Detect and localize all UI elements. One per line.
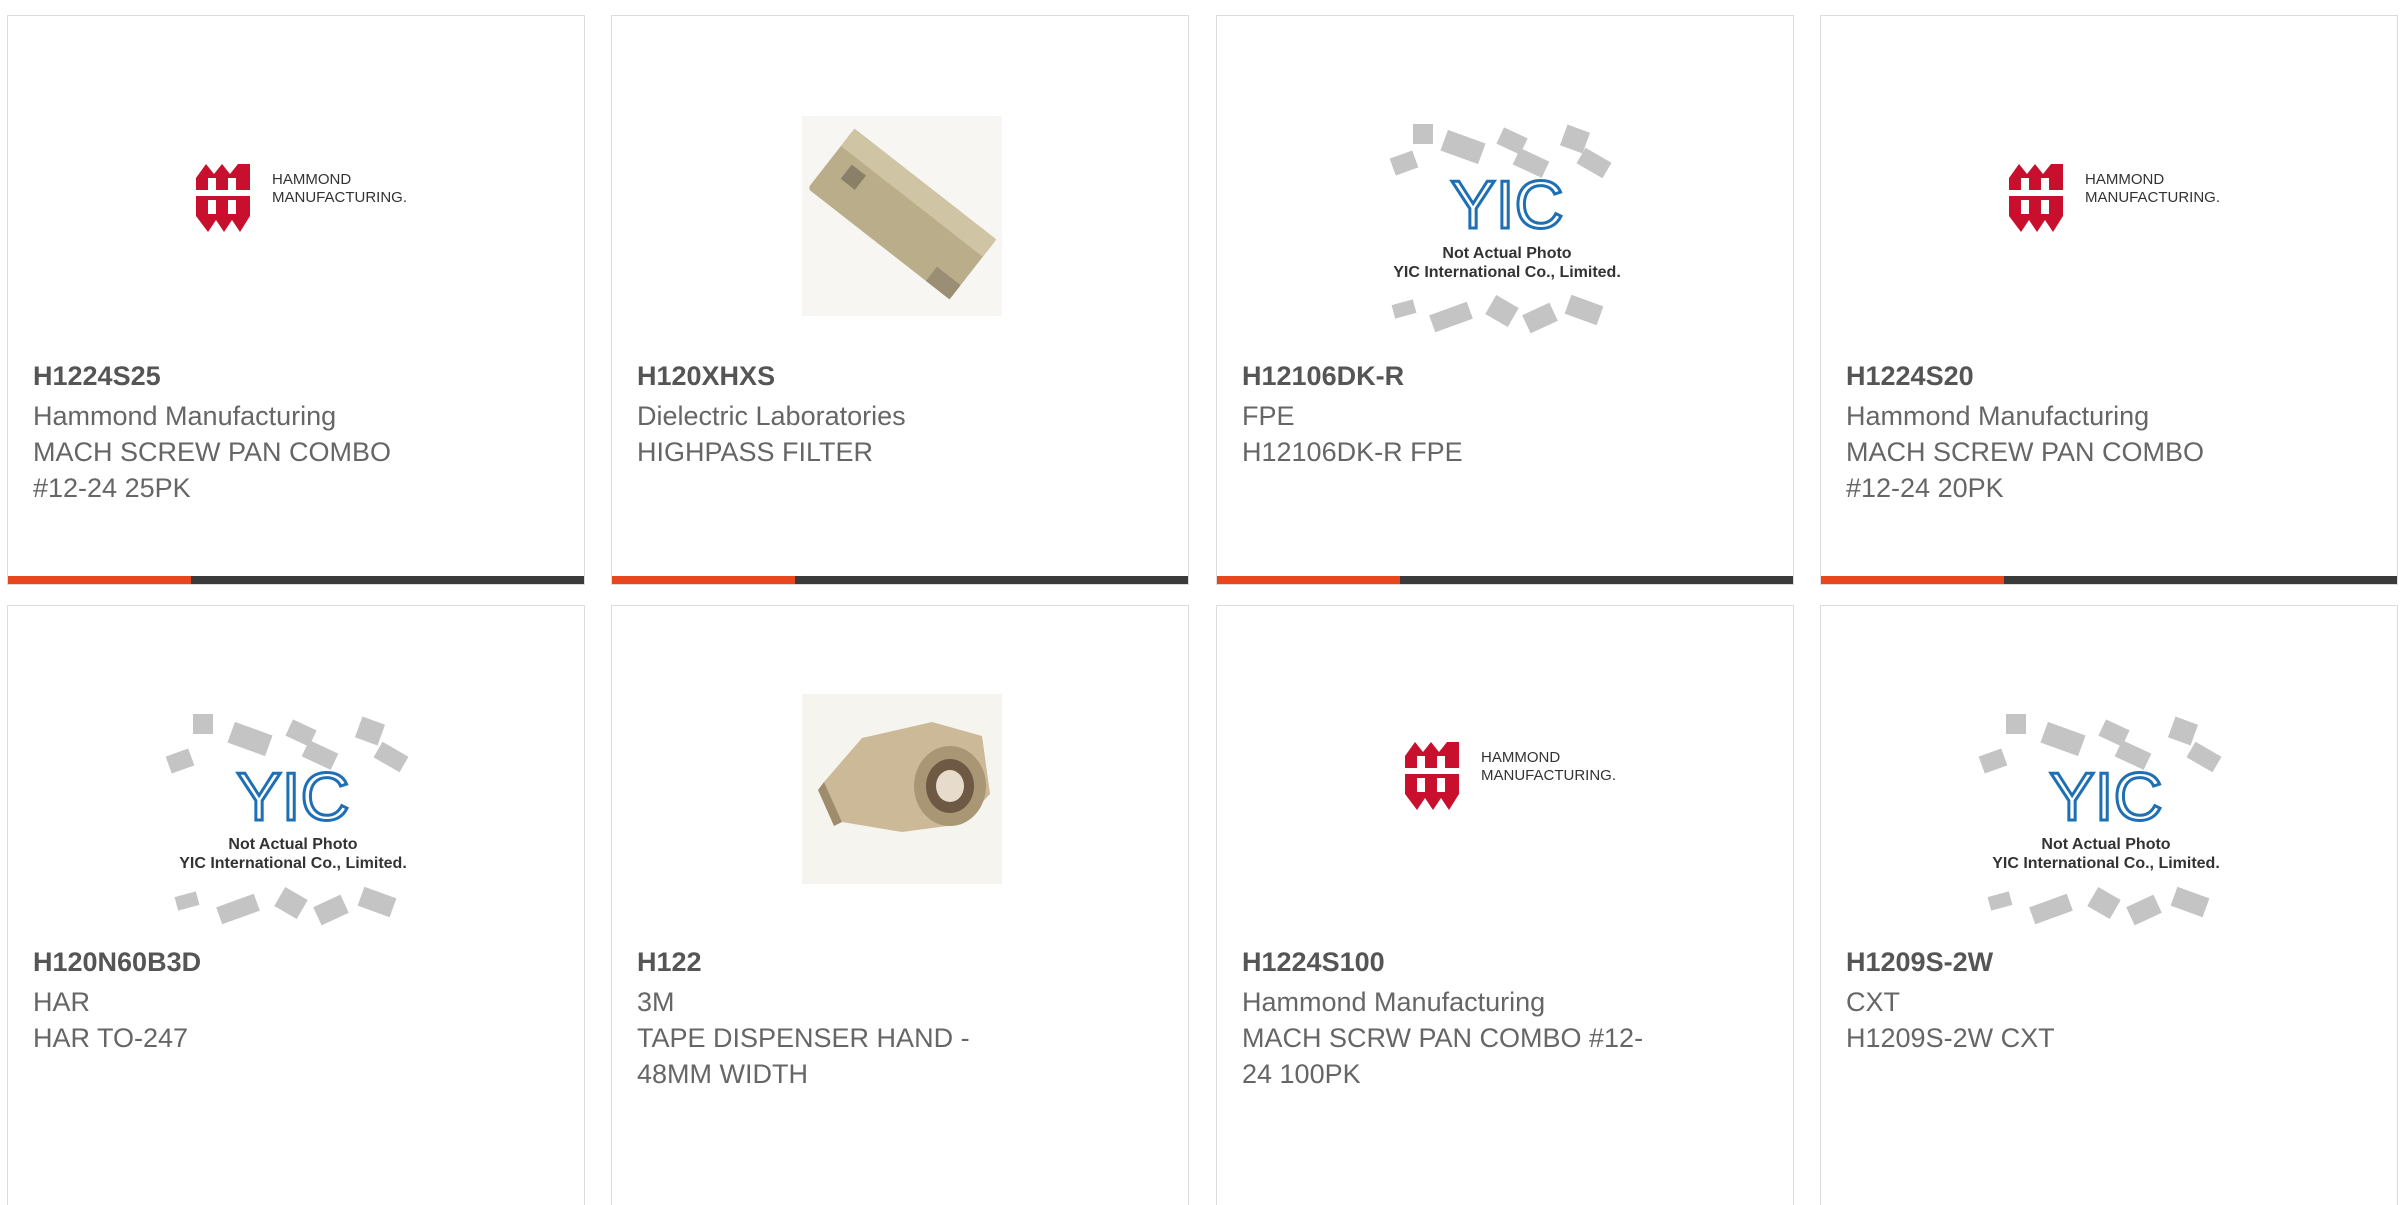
svg-text:HAMMOND: HAMMOND: [2085, 171, 2164, 188]
description: #12-24 20PK: [1846, 473, 2004, 503]
manufacturer: 3M: [637, 987, 675, 1017]
product-card[interactable]: YIC Not Actual Photo YIC International C…: [1216, 15, 1794, 585]
yic-placeholder-icon: YIC Not Actual Photo YIC International C…: [165, 714, 409, 926]
description: HAR TO-247: [33, 1023, 189, 1053]
svg-text:MANUFACTURING.: MANUFACTURING.: [1481, 767, 1616, 784]
card-footer-bar: [612, 576, 1188, 584]
manufacturer: FPE: [1242, 401, 1295, 431]
part-number[interactable]: H120N60B3D: [33, 944, 453, 980]
svg-text:Not Actual Photo: Not Actual Photo: [2041, 836, 2170, 853]
part-number[interactable]: H1209S-2W: [1846, 944, 2266, 980]
hammond-logo-icon: HAMMOND MANUFACTURING.: [1405, 742, 1616, 810]
tape-dispenser-photo-icon: [802, 694, 1002, 884]
manufacturer: CXT: [1846, 987, 1900, 1017]
part-number[interactable]: H1224S20: [1846, 358, 2266, 394]
manufacturer: Hammond Manufacturing: [33, 401, 337, 431]
svg-text:YIC International Co., Limited: YIC International Co., Limited.: [1393, 264, 1621, 281]
product-image[interactable]: YIC Not Actual Photo YIC International C…: [1821, 694, 2397, 954]
yic-placeholder-icon: YIC Not Actual Photo YIC International C…: [1978, 714, 2222, 926]
description: 24 100PK: [1242, 1059, 1361, 1089]
part-number[interactable]: H1224S25: [33, 358, 453, 394]
description: TAPE DISPENSER HAND -: [637, 1023, 970, 1053]
description: #12-24 25PK: [33, 473, 191, 503]
hammond-logo-icon: HAMMOND MANUFACTURING.: [196, 164, 407, 232]
part-number[interactable]: H1224S100: [1242, 944, 1662, 980]
product-card[interactable]: HAMMOND MANUFACTURING. H1224S100 Hammond…: [1216, 605, 1794, 1205]
product-card[interactable]: H120XHXS Dielectric Laboratories HIGHPAS…: [611, 15, 1189, 585]
card-footer-bar: [8, 576, 584, 584]
part-number[interactable]: H12106DK-R: [1242, 358, 1662, 394]
product-image[interactable]: YIC Not Actual Photo YIC International C…: [1217, 96, 1793, 356]
product-grid: HAMMOND MANUFACTURING. H1224S25 Hammond …: [0, 0, 2400, 1205]
part-number[interactable]: H120XHXS: [637, 358, 1057, 394]
product-card[interactable]: HAMMOND MANUFACTURING. H1224S20 Hammond …: [1820, 15, 2398, 585]
product-card[interactable]: H122 3M TAPE DISPENSER HAND - 48MM WIDTH: [611, 605, 1189, 1205]
description: HIGHPASS FILTER: [637, 437, 874, 467]
description: 48MM WIDTH: [637, 1059, 808, 1089]
manufacturer: HAR: [33, 987, 91, 1017]
svg-text:HAMMOND: HAMMOND: [1481, 749, 1560, 766]
part-number[interactable]: H122: [637, 944, 1057, 980]
yic-placeholder-icon: YIC Not Actual Photo YIC International C…: [1389, 124, 1621, 334]
svg-text:YIC: YIC: [2049, 759, 2162, 835]
description: H12106DK-R FPE: [1242, 437, 1463, 467]
product-image[interactable]: [612, 96, 1188, 356]
hammond-logo-icon: HAMMOND MANUFACTURING.: [2009, 164, 2220, 232]
highpass-filter-photo-icon: [802, 116, 1002, 316]
product-image[interactable]: [612, 694, 1188, 954]
product-card[interactable]: YIC Not Actual Photo YIC International C…: [1820, 605, 2398, 1205]
svg-text:YIC International Co., Limited: YIC International Co., Limited.: [1992, 855, 2220, 872]
svg-text:Not Actual Photo: Not Actual Photo: [228, 836, 357, 853]
card-footer-bar: [1821, 576, 2397, 584]
product-card[interactable]: YIC Not Actual Photo YIC International C…: [7, 605, 585, 1205]
svg-text:YIC International Co., Limited: YIC International Co., Limited.: [179, 855, 407, 872]
description: MACH SCREW PAN COMBO: [1846, 437, 2205, 467]
svg-text:HAMMOND: HAMMOND: [272, 171, 351, 188]
description: MACH SCREW PAN COMBO: [33, 437, 392, 467]
card-footer-bar: [1217, 576, 1793, 584]
product-image[interactable]: HAMMOND MANUFACTURING.: [1217, 674, 1793, 934]
svg-text:MANUFACTURING.: MANUFACTURING.: [2085, 189, 2220, 206]
product-image[interactable]: YIC Not Actual Photo YIC International C…: [8, 694, 584, 954]
manufacturer: Hammond Manufacturing: [1846, 401, 2150, 431]
product-card[interactable]: HAMMOND MANUFACTURING. H1224S25 Hammond …: [7, 15, 585, 585]
product-image[interactable]: HAMMOND MANUFACTURING.: [8, 96, 584, 356]
svg-text:YIC: YIC: [236, 759, 349, 835]
svg-text:YIC: YIC: [1450, 167, 1563, 243]
manufacturer: Hammond Manufacturing: [1242, 987, 1546, 1017]
product-image[interactable]: HAMMOND MANUFACTURING.: [1821, 96, 2397, 356]
manufacturer: Dielectric Laboratories: [637, 401, 906, 431]
description: MACH SCRW PAN COMBO #12-: [1242, 1023, 1644, 1053]
description: H1209S-2W CXT: [1846, 1023, 2055, 1053]
svg-text:Not Actual Photo: Not Actual Photo: [1442, 245, 1571, 262]
svg-text:MANUFACTURING.: MANUFACTURING.: [272, 189, 407, 206]
